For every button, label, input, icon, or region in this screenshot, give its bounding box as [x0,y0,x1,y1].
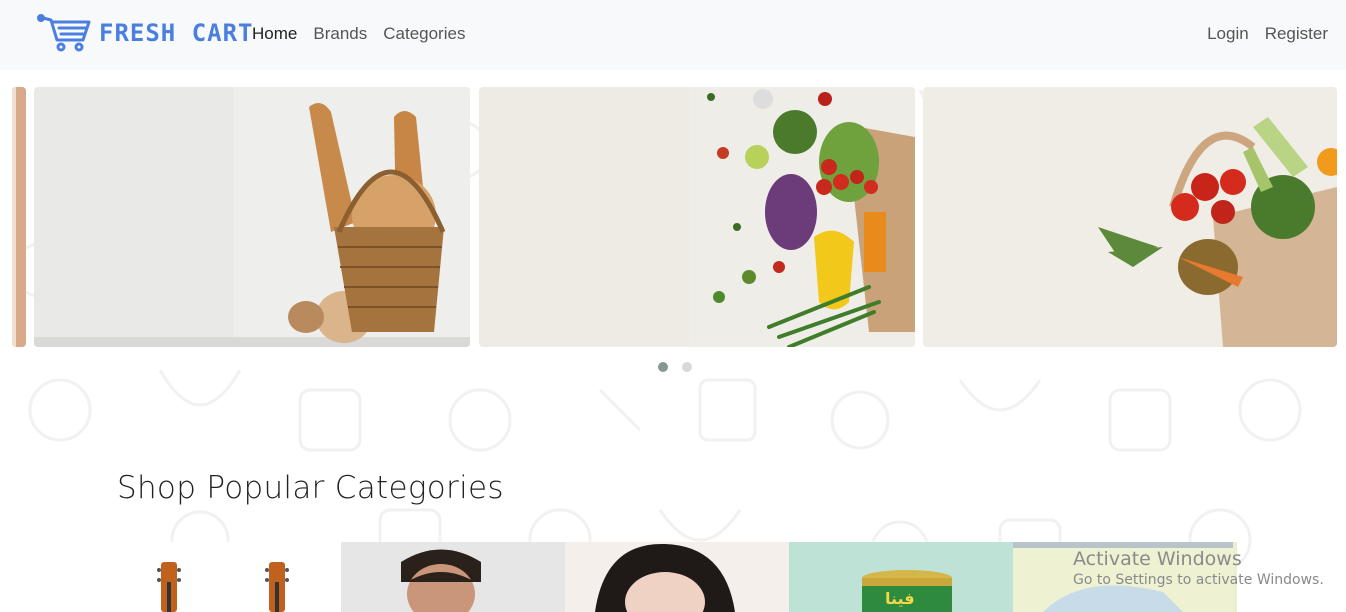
watermark-title: Activate Windows [1073,548,1242,570]
brand-name: FRESH CART [99,19,254,47]
watermark-subtitle: Go to Settings to activate Windows. [1073,572,1324,588]
navbar: FRESH CART Home Brands Categories Login … [0,0,1346,70]
category-womens-fashion[interactable] [565,542,789,612]
nav-link-home[interactable]: Home [252,24,297,44]
windows-activation-watermark: Activate Windows Go to Settings to activ… [1073,548,1324,588]
slider-dot-2[interactable] [682,362,692,372]
nav-link-brands[interactable]: Brands [313,24,367,44]
slide-produce-tote[interactable] [923,87,1337,347]
slide-bread-basket[interactable] [34,87,470,347]
register-link[interactable]: Register [1265,24,1328,44]
categories-row: فينا [117,542,1237,612]
section-title: Shop Popular Categories [117,470,504,506]
auth-links: Login Register [1207,24,1328,44]
hero-slider[interactable] [0,87,1346,347]
slide-vegetables-bag[interactable] [479,87,915,347]
shopping-cart-icon [37,14,91,52]
svg-text:فينا: فينا [885,589,915,608]
nav-links: Home Brands Categories [252,24,465,44]
login-link[interactable]: Login [1207,24,1249,44]
slider-dot-1[interactable] [658,362,668,372]
nav-link-categories[interactable]: Categories [383,24,465,44]
category-mens-fashion[interactable] [341,542,565,612]
slide-partial-left[interactable] [12,87,26,347]
slider-dots [658,362,692,372]
category-supermarket[interactable]: فينا [789,542,1013,612]
brand-logo[interactable]: FRESH CART [37,14,254,52]
category-music[interactable] [117,542,341,612]
